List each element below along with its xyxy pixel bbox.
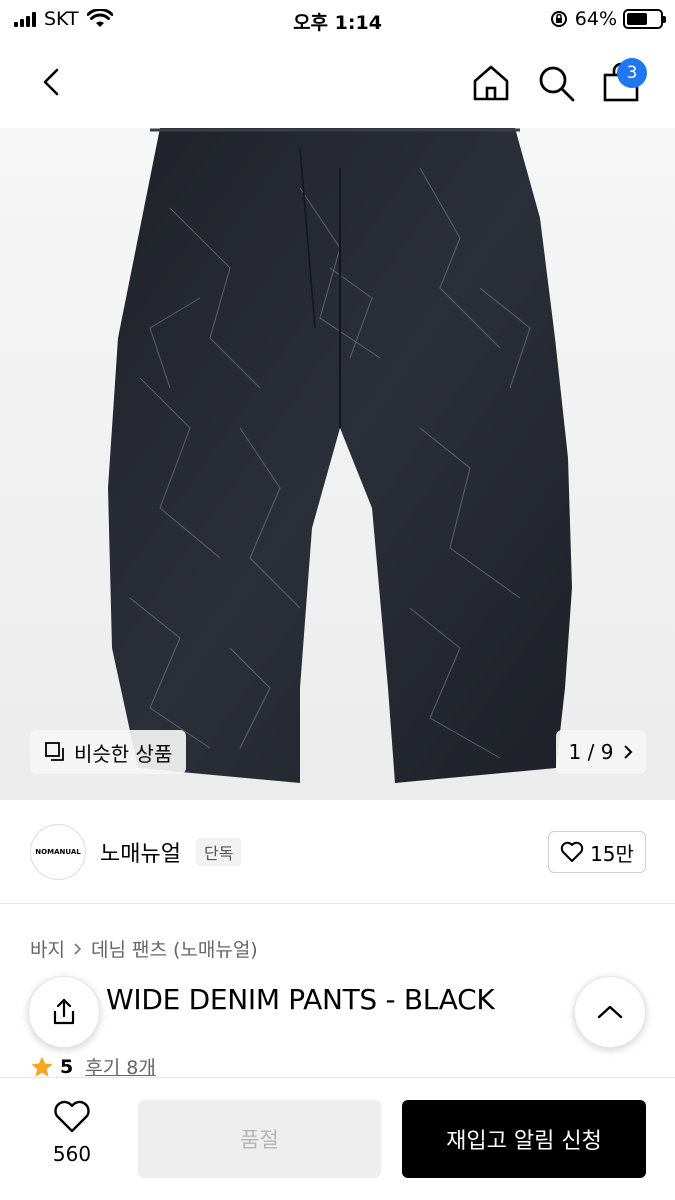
status-bar: SKT 오후 1:14 64%	[0, 0, 675, 40]
share-button[interactable]	[28, 976, 100, 1048]
rating-score: 5	[60, 1055, 74, 1078]
rating-row[interactable]: 5 후기 8개	[30, 1053, 156, 1080]
wishlist-count: 560	[52, 1142, 92, 1166]
scroll-top-button[interactable]	[574, 976, 646, 1048]
restock-notify-button[interactable]: 재입고 알림 신청	[402, 1100, 646, 1178]
share-icon	[53, 998, 75, 1025]
chevron-right-icon	[74, 942, 82, 955]
breadcrumb: 바지 데님 팬츠 (노매뉴얼)	[30, 935, 258, 962]
heart-icon	[560, 841, 584, 862]
rotation-lock-icon	[550, 11, 567, 27]
product-image-gallery[interactable]: 비슷한 상품 1 / 9	[0, 128, 675, 800]
similar-items-icon	[45, 742, 64, 761]
product-image	[108, 128, 572, 783]
status-right: 64%	[549, 8, 666, 30]
back-icon[interactable]	[32, 62, 72, 102]
similar-products-button[interactable]: 비슷한 상품	[30, 730, 187, 774]
brand-row: NOMANUAL 노매뉴얼 단독 15만	[0, 800, 675, 904]
similar-products-label: 비슷한 상품	[74, 741, 173, 766]
review-count-link[interactable]: 후기 8개	[85, 1053, 156, 1080]
brand-like-button[interactable]: 15만	[548, 831, 646, 873]
top-nav: 3	[0, 40, 675, 128]
chevron-up-icon	[597, 1005, 623, 1019]
cart-count-badge: 3	[617, 58, 647, 88]
brand-logo[interactable]: NOMANUAL	[30, 824, 86, 880]
search-icon[interactable]	[535, 62, 577, 104]
battery-percent: 64%	[574, 8, 617, 30]
breadcrumb-item[interactable]: 데님 팬츠 (노매뉴얼)	[91, 935, 258, 962]
exclusive-tag: 단독	[196, 838, 242, 866]
brand-name[interactable]: 노매뉴얼	[100, 836, 181, 868]
star-icon	[31, 1056, 53, 1077]
brand-like-count: 15만	[590, 841, 634, 866]
pager-text: 1 / 9	[568, 740, 614, 764]
chevron-right-icon	[624, 745, 633, 759]
heart-icon	[54, 1100, 90, 1133]
image-pager[interactable]: 1 / 9	[556, 730, 646, 774]
breadcrumb-item[interactable]: 바지	[30, 935, 65, 962]
wishlist-button[interactable]: 560	[36, 1100, 108, 1166]
soldout-button: 품절	[138, 1100, 381, 1178]
bottom-action-bar: 560 품절 재입고 알림 신청	[0, 1077, 675, 1200]
battery-icon	[623, 9, 666, 29]
home-icon[interactable]	[470, 62, 512, 104]
